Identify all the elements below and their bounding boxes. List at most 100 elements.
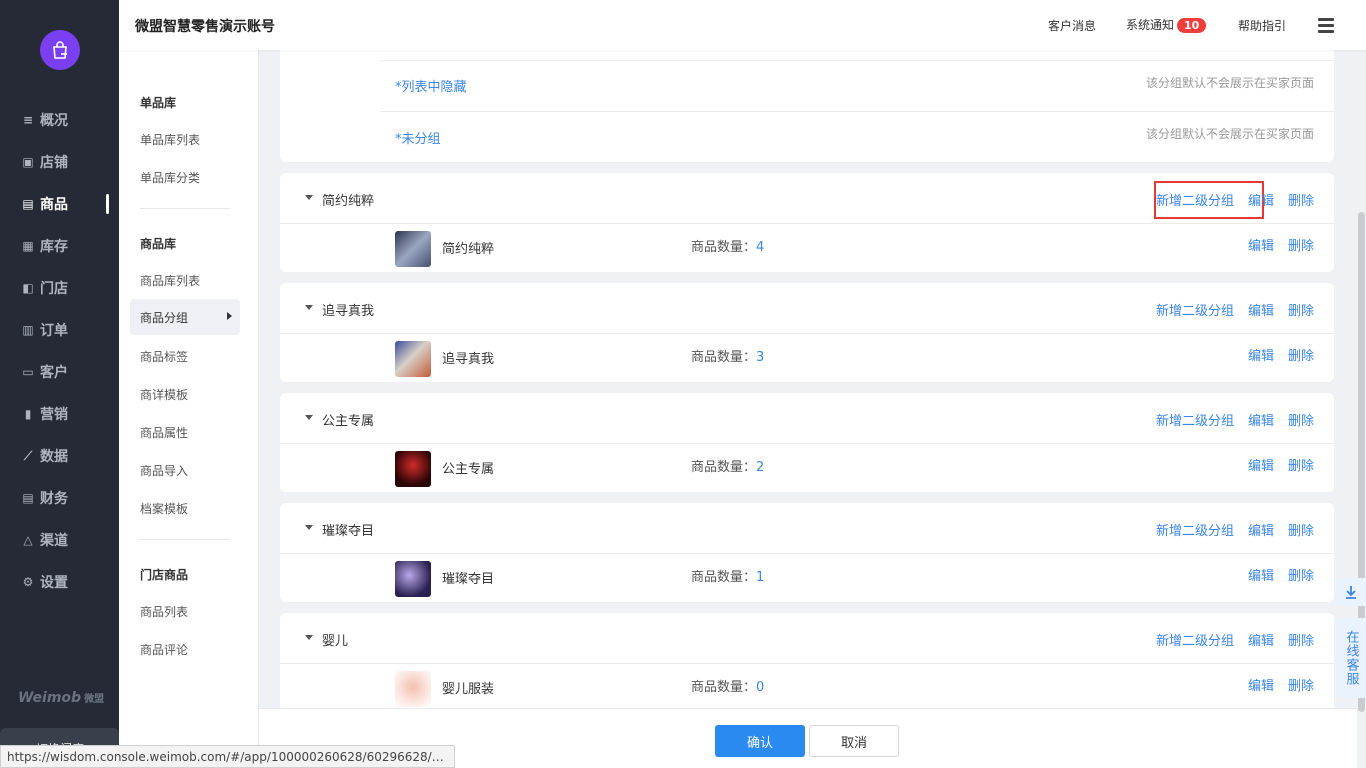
subnav-item-store-goods-list[interactable]: 商品列表 xyxy=(140,603,188,620)
subnav-item-goods-group[interactable]: 商品分组 xyxy=(130,299,240,335)
group-card: 简约纯粹 新增二级分组 编辑 删除 简约纯粹 商品数量：4 编辑 删除 xyxy=(280,173,1334,272)
hidden-group-link[interactable]: *列表中隐藏 xyxy=(395,76,467,95)
edit-subgroup-link[interactable]: 编辑 xyxy=(1248,345,1274,364)
nav-item-list[interactable]: ≡ 概况 xyxy=(0,99,119,141)
delete-subgroup-link[interactable]: 删除 xyxy=(1288,455,1314,474)
delete-group-link[interactable]: 删除 xyxy=(1288,410,1314,429)
goods-count-value[interactable]: 1 xyxy=(756,570,764,585)
subnav-item-label: 商品分组 xyxy=(140,310,189,325)
caret-down-icon[interactable] xyxy=(305,525,313,530)
subnav-item-archive-template[interactable]: 档案模板 xyxy=(140,500,188,517)
nav-item-data[interactable]: ⟋ 数据 xyxy=(0,435,119,477)
nav-item-label: 财务 xyxy=(40,491,68,507)
system-notice-label: 系统通知 xyxy=(1126,18,1175,32)
finance-icon: ▤ xyxy=(22,491,34,505)
delete-group-link[interactable]: 删除 xyxy=(1288,630,1314,649)
subgroup-name: 简约纯粹 xyxy=(442,242,495,257)
main-nav: ≡ 概况 ▣ 店铺 ▤ 商品 ▦ 库存 ◧ 门店 ▥ 订单 ▭ 客户 ▮ 营销 ⟋ 数据 ▤ 财务 △ 渠道 ⚙ 设置 Wei… xyxy=(0,0,119,768)
nav-item-order[interactable]: ▥ 订单 xyxy=(0,309,119,351)
nav-item-label: 数据 xyxy=(40,449,68,465)
delete-group-link[interactable]: 删除 xyxy=(1288,190,1314,209)
subnav-item-goods-import[interactable]: 商品导入 xyxy=(140,462,188,479)
main-content: *列表中隐藏 该分组默认不会展示在买家页面 *未分组 该分组默认不会展示在买家页… xyxy=(259,50,1366,768)
edit-group-link[interactable]: 编辑 xyxy=(1248,300,1274,319)
cancel-button[interactable]: 取消 xyxy=(809,725,899,757)
subnav-item-goods-review[interactable]: 商品评论 xyxy=(140,641,188,658)
nav-item-label: 订单 xyxy=(40,323,68,339)
subnav-section-title: 商品库 xyxy=(140,237,177,251)
subgroup-thumbnail xyxy=(395,341,431,377)
ungrouped-link[interactable]: *未分组 xyxy=(395,128,441,147)
help-guide-link[interactable]: 帮助指引 xyxy=(1238,17,1286,34)
subnav-item-detail-template[interactable]: 商详模板 xyxy=(140,386,188,403)
group-header[interactable]: 简约纯粹 新增二级分组 编辑 删除 xyxy=(280,173,1334,223)
edit-group-link[interactable]: 编辑 xyxy=(1248,410,1274,429)
download-button[interactable] xyxy=(1336,578,1366,606)
online-service-button[interactable]: 在线客服 xyxy=(1336,618,1366,698)
edit-group-link[interactable]: 编辑 xyxy=(1248,520,1274,539)
nav-item-goods[interactable]: ▤ 商品 xyxy=(0,183,119,225)
nav-item-marketing[interactable]: ▮ 营销 xyxy=(0,393,119,435)
add-subgroup-link[interactable]: 新增二级分组 xyxy=(1156,630,1234,649)
goods-count-value[interactable]: 0 xyxy=(756,680,764,695)
subgroup-name: 追寻真我 xyxy=(442,352,495,367)
nav-item-shop[interactable]: ◧ 门店 xyxy=(0,267,119,309)
group-header[interactable]: 婴儿 新增二级分组 编辑 删除 xyxy=(280,613,1334,663)
nav-item-store[interactable]: ▣ 店铺 xyxy=(0,141,119,183)
delete-subgroup-link[interactable]: 删除 xyxy=(1288,675,1314,694)
edit-subgroup-link[interactable]: 编辑 xyxy=(1248,565,1274,584)
subnav-item-single-category[interactable]: 单品库分类 xyxy=(140,169,200,186)
goods-count-value[interactable]: 3 xyxy=(756,350,764,365)
nav-item-finance[interactable]: ▤ 财务 xyxy=(0,477,119,519)
delete-subgroup-link[interactable]: 删除 xyxy=(1288,235,1314,254)
subgroup-name: 公主专属 xyxy=(442,462,495,477)
customer-message-link[interactable]: 客户消息 xyxy=(1048,17,1096,34)
system-notice-link[interactable]: 系统通知 10 xyxy=(1126,16,1207,33)
confirm-button[interactable]: 确认 xyxy=(715,725,805,757)
group-name: 婴儿 xyxy=(322,634,349,649)
goods-count-value[interactable]: 2 xyxy=(756,460,764,475)
nav-item-channel[interactable]: △ 渠道 xyxy=(0,519,119,561)
list-icon: ≡ xyxy=(22,113,34,127)
weimob-brand: Weimob 微盟 xyxy=(18,690,105,706)
subnav-item-goods-tag[interactable]: 商品标签 xyxy=(140,348,188,365)
subnav-item-goods-list[interactable]: 商品库列表 xyxy=(140,272,200,289)
app-logo[interactable] xyxy=(40,30,80,70)
group-header[interactable]: 公主专属 新增二级分组 编辑 删除 xyxy=(280,393,1334,443)
delete-group-link[interactable]: 删除 xyxy=(1288,520,1314,539)
delete-subgroup-link[interactable]: 删除 xyxy=(1288,345,1314,364)
special-groups-card: *列表中隐藏 该分组默认不会展示在买家页面 *未分组 该分组默认不会展示在买家页… xyxy=(280,50,1334,162)
caret-down-icon[interactable] xyxy=(305,635,313,640)
caret-down-icon[interactable] xyxy=(305,415,313,420)
add-subgroup-link[interactable]: 新增二级分组 xyxy=(1156,190,1234,209)
add-subgroup-link[interactable]: 新增二级分组 xyxy=(1156,520,1234,539)
group-header[interactable]: 追寻真我 新增二级分组 编辑 删除 xyxy=(280,283,1334,333)
divider xyxy=(280,553,1334,554)
add-subgroup-link[interactable]: 新增二级分组 xyxy=(1156,300,1234,319)
edit-subgroup-link[interactable]: 编辑 xyxy=(1248,675,1274,694)
subnav-item-goods-attr[interactable]: 商品属性 xyxy=(140,424,188,441)
edit-group-link[interactable]: 编辑 xyxy=(1248,630,1274,649)
hamburger-menu-icon[interactable] xyxy=(1318,18,1334,34)
nav-item-settings[interactable]: ⚙ 设置 xyxy=(0,561,119,603)
status-url: https://wisdom.console.weimob.com/#/app/… xyxy=(0,745,455,768)
group-header[interactable]: 璀璨夺目 新增二级分组 编辑 删除 xyxy=(280,503,1334,553)
caret-down-icon[interactable] xyxy=(305,195,313,200)
group-card: 追寻真我 新增二级分组 编辑 删除 追寻真我 商品数量：3 编辑 删除 xyxy=(280,283,1334,382)
goods-count: 商品数量：1 xyxy=(691,566,764,585)
nav-item-inventory[interactable]: ▦ 库存 xyxy=(0,225,119,267)
delete-subgroup-link[interactable]: 删除 xyxy=(1288,565,1314,584)
edit-subgroup-link[interactable]: 编辑 xyxy=(1248,455,1274,474)
add-subgroup-link[interactable]: 新增二级分组 xyxy=(1156,410,1234,429)
group-name: 璀璨夺目 xyxy=(322,524,375,539)
goods-count-value[interactable]: 4 xyxy=(756,240,764,255)
nav-item-customer[interactable]: ▭ 客户 xyxy=(0,351,119,393)
subgroup-thumbnail xyxy=(395,561,431,597)
divider xyxy=(380,111,1334,112)
edit-subgroup-link[interactable]: 编辑 xyxy=(1248,235,1274,254)
delete-group-link[interactable]: 删除 xyxy=(1288,300,1314,319)
subnav-item-single-list[interactable]: 单品库列表 xyxy=(140,131,200,148)
group-name: 简约纯粹 xyxy=(322,194,375,209)
edit-group-link[interactable]: 编辑 xyxy=(1248,190,1274,209)
caret-down-icon[interactable] xyxy=(305,305,313,310)
